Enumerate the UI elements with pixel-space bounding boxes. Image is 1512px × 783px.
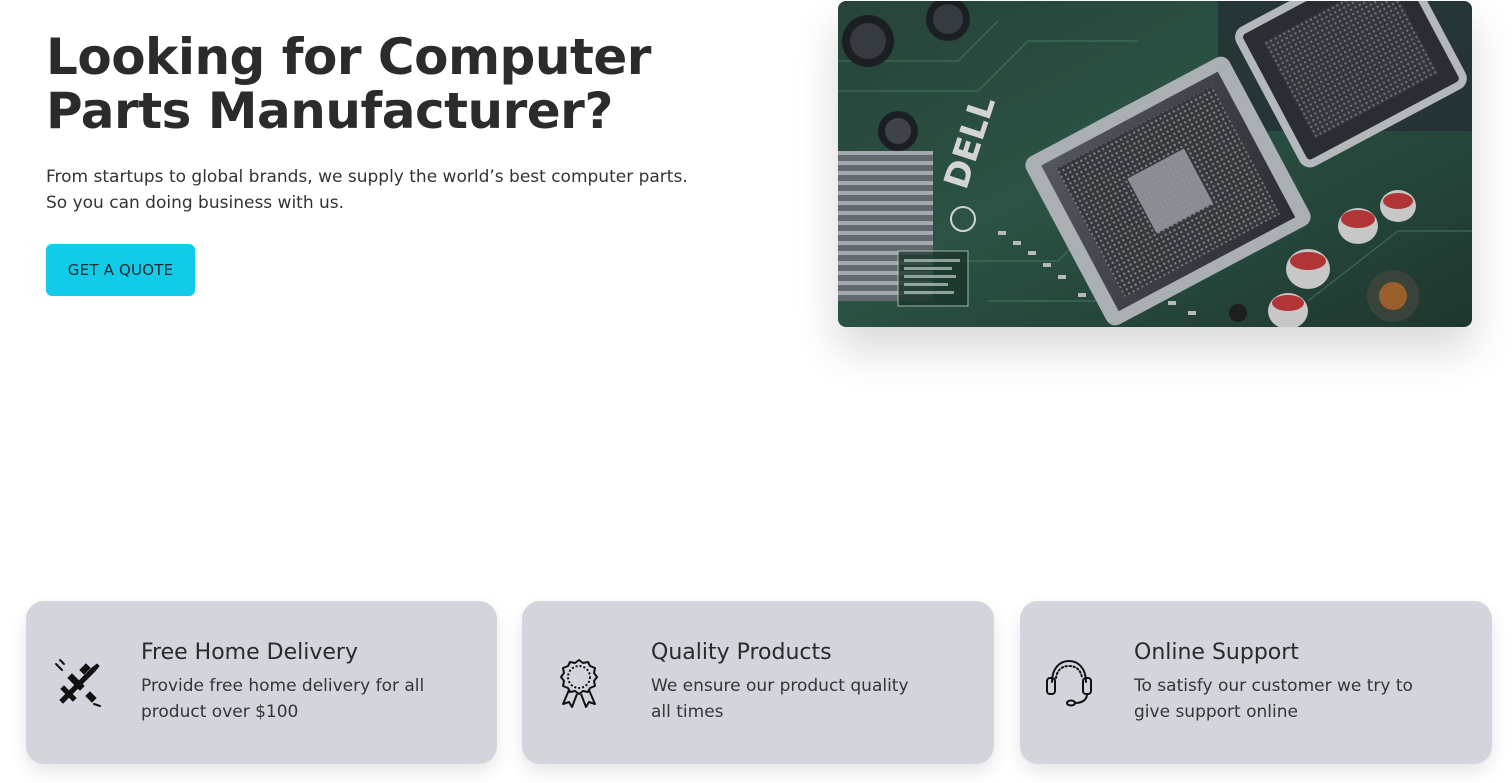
hero-section: Looking for Computer Parts Manufacturer?… [46,30,766,216]
feature-card-delivery: Free Home Delivery Provide free home del… [26,601,497,764]
hero-description: From startups to global brands, we suppl… [46,164,726,216]
feature-title: Quality Products [651,640,832,665]
award-ribbon-icon [552,656,606,710]
hero-description-line-1: From startups to global brands, we suppl… [46,167,688,187]
hero-description-line-2: So you can doing business with us. [46,193,345,213]
headset-icon [1042,656,1096,710]
feature-description: To satisfy our customer we try to give s… [1134,673,1454,725]
get-a-quote-button[interactable]: GET A QUOTE [46,244,195,296]
feature-title: Online Support [1134,640,1299,665]
feature-card-body: Free Home Delivery Provide free home del… [141,637,471,725]
hero-title: Looking for Computer Parts Manufacturer? [46,30,766,138]
feature-card-support: Online Support To satisfy our customer w… [1020,601,1492,764]
delivery-plane-icon [50,656,104,710]
hero-title-line-2: Parts Manufacturer? [46,82,613,140]
feature-description-line-1: Provide free home delivery for all [141,676,425,696]
hero-image-motherboard: DELL [838,1,1472,327]
feature-card-body: Quality Products We ensure our product q… [651,637,951,725]
page: Looking for Computer Parts Manufacturer?… [0,0,1512,783]
feature-title: Free Home Delivery [141,640,358,665]
hero-title-line-1: Looking for Computer [46,28,651,86]
feature-card-quality: Quality Products We ensure our product q… [522,601,994,764]
feature-description-line-1: We ensure our product quality [651,676,909,696]
feature-description-line-2: product over $100 [141,702,299,722]
feature-description-line-1: To satisfy our customer we try to [1134,676,1413,696]
feature-description: Provide free home delivery for all produ… [141,673,471,725]
feature-description-line-2: give support online [1134,702,1298,722]
feature-description-line-2: all times [651,702,724,722]
feature-card-body: Online Support To satisfy our customer w… [1134,637,1454,725]
feature-description: We ensure our product quality all times [651,673,951,725]
